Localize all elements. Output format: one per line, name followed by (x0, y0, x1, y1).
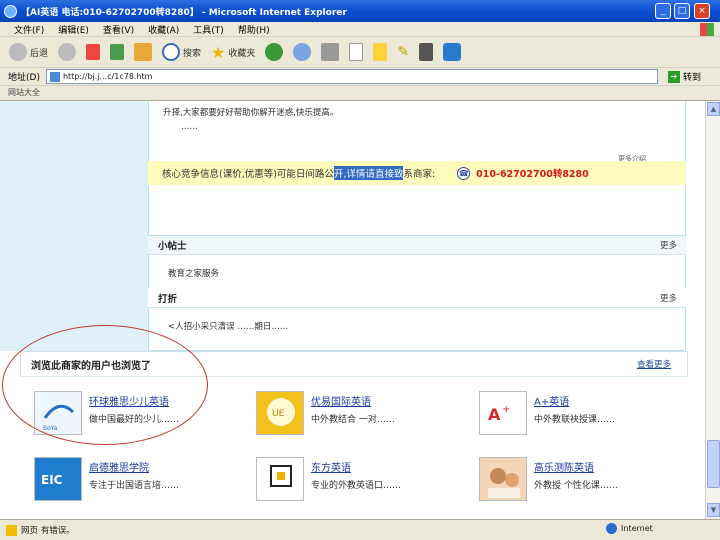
stop-button[interactable] (83, 41, 103, 63)
search-icon (162, 43, 181, 61)
mail-icon (293, 43, 312, 61)
favorites-button[interactable]: ★ 收藏夹 (208, 41, 258, 63)
gaole-logo (479, 457, 527, 501)
tips-item[interactable]: 教育之家服务 (168, 267, 219, 279)
stop-icon (86, 44, 101, 60)
page-icon (49, 71, 60, 82)
minimize-button[interactable]: _ (655, 3, 671, 19)
menu-view[interactable]: 查看(V) (103, 23, 134, 36)
recommend-card[interactable]: 高乐测陈英语 外教授 个性化课…… (479, 457, 699, 505)
security-zone: Internet (606, 523, 653, 534)
eic-logo: EIC (34, 457, 82, 501)
scroll-down-button[interactable]: ▼ (707, 503, 720, 517)
annotation-oval (2, 325, 208, 445)
menu-edit[interactable]: 编辑(E) (58, 23, 89, 36)
go-arrow-icon: ➔ (667, 70, 680, 83)
recommend-more-link[interactable]: 查看更多 (637, 358, 671, 370)
home-button[interactable] (131, 41, 155, 63)
page-content: 升择,大家都要好好帮助你解开迷惑,快乐提高。 …… 更多介绍 核心竞争信息(课价… (0, 101, 705, 519)
edit-button[interactable] (346, 41, 366, 63)
star-icon: ★ (211, 42, 226, 62)
contact-banner: 核心竞争信息(课价,优惠等)可能日间路公 开,详情请直接致 系商家: ☎ 010-6… (148, 161, 686, 185)
history-icon (265, 43, 284, 61)
address-label: 地址(D) (8, 73, 40, 83)
messenger-button[interactable] (440, 41, 464, 63)
windows-logo-icon (700, 23, 714, 36)
document-icon (349, 43, 364, 61)
back-button[interactable]: 后退 (6, 41, 51, 63)
main-box (148, 101, 686, 351)
svg-text:A: A (488, 405, 501, 424)
discount-item[interactable]: <人招小采只清误 ……期日…… (168, 320, 288, 332)
go-button[interactable]: ➔ 转到 (667, 70, 701, 83)
tips-section-header: 小帖士 更多 (148, 235, 686, 255)
phone-number: 010-62702700转8280 (476, 169, 589, 180)
ie-logo-icon (4, 4, 17, 18)
address-input[interactable]: http://bj.j...c/1c78.htm (45, 69, 658, 84)
home-icon (134, 43, 153, 61)
intro-text: 升择,大家都要好好帮助你解开迷惑,快乐提高。 …… (163, 108, 339, 132)
research-icon (419, 43, 434, 61)
toolbar: 后退 搜索 ★ 收藏夹 ✎ (0, 37, 720, 68)
research-button[interactable] (416, 41, 436, 63)
links-bar[interactable]: 网站大全 (0, 86, 720, 101)
dongfang-logo (256, 457, 304, 501)
notes-button[interactable] (370, 41, 390, 63)
menu-tools[interactable]: 工具(T) (193, 23, 224, 36)
vertical-scrollbar[interactable]: ▲ ▼ (705, 101, 720, 519)
warning-icon (6, 524, 17, 536)
status-text: 网页 有错误。 (21, 526, 75, 536)
window-title: 【AI英语 电话:010-62702700转8280】 - Microsoft … (21, 7, 347, 18)
scroll-thumb[interactable] (707, 440, 720, 488)
youyi-logo: UE (256, 391, 304, 435)
refresh-button[interactable] (107, 41, 127, 63)
forward-button[interactable] (55, 41, 79, 63)
discount-more-link[interactable]: 更多 (660, 292, 677, 304)
menu-bar: 文件(F) 编辑(E) 查看(V) 收藏(A) 工具(T) 帮助(H) (0, 22, 720, 37)
status-bar: 网页 有错误。 Internet (0, 519, 720, 540)
back-arrow-icon (9, 43, 27, 61)
svg-text:EIC: EIC (41, 473, 63, 487)
phone-icon: ☎ (457, 166, 471, 180)
search-button[interactable]: 搜索 (159, 41, 204, 63)
refresh-icon (110, 44, 125, 60)
note-icon (373, 43, 388, 61)
selected-text: 开,详情请直接致 (333, 166, 404, 180)
history-button[interactable] (262, 41, 286, 63)
menu-help[interactable]: 帮助(H) (238, 23, 270, 36)
left-column (0, 101, 148, 351)
mail-button[interactable] (290, 41, 314, 63)
svg-text:UE: UE (272, 409, 285, 419)
recommend-card[interactable]: UE 优易国际英语 中外教结合 一对…… (256, 391, 476, 439)
aplus-logo: A + (479, 391, 527, 435)
window-titlebar: 【AI英语 电话:010-62702700转8280】 - Microsoft … (0, 0, 720, 22)
menu-favorites[interactable]: 收藏(A) (148, 23, 179, 36)
forward-arrow-icon (58, 43, 77, 61)
address-bar: 地址(D) http://bj.j...c/1c78.htm ➔ 转到 (0, 68, 720, 86)
discount-section-header: 打折 更多 (148, 288, 686, 308)
svg-text:+: + (502, 404, 510, 415)
pen-button[interactable]: ✎ (394, 41, 412, 63)
recommend-card[interactable]: A + A+英语 中外教联袂授课…… (479, 391, 699, 439)
tips-more-link[interactable]: 更多 (660, 239, 677, 251)
scroll-up-button[interactable]: ▲ (707, 102, 720, 116)
pen-icon: ✎ (397, 44, 410, 60)
close-button[interactable]: × (694, 3, 710, 19)
messenger-icon (443, 43, 462, 61)
print-button[interactable] (318, 41, 342, 63)
recommend-card[interactable]: EIC 启德雅思学院 专注于出国语言培…… (34, 457, 254, 505)
maximize-button[interactable]: □ (674, 3, 690, 19)
menu-file[interactable]: 文件(F) (14, 23, 44, 36)
recommend-card[interactable]: 东方英语 专业的外教英语口…… (256, 457, 476, 505)
printer-icon (321, 43, 340, 61)
globe-icon (606, 523, 617, 534)
